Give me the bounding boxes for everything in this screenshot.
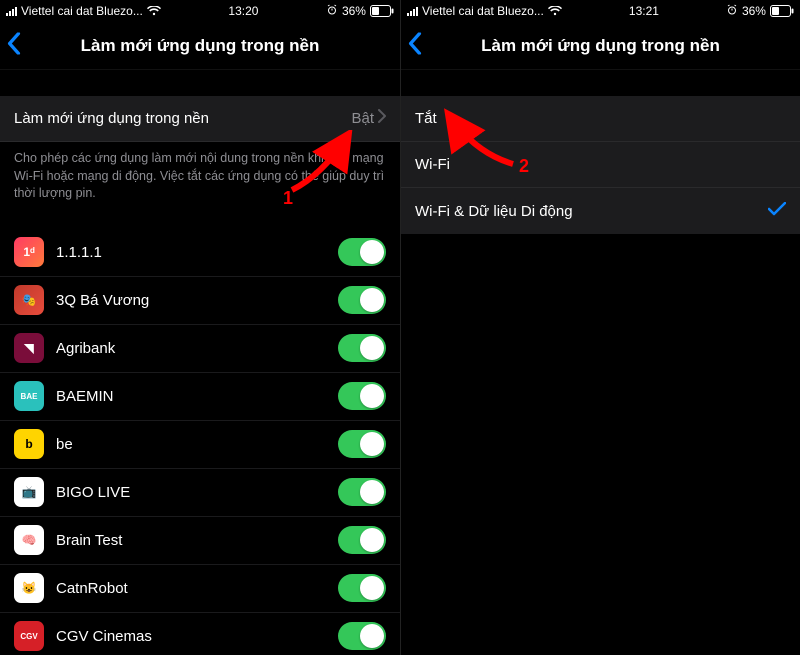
app-row: 🧠 Brain Test [0,517,400,565]
app-toggle[interactable] [338,430,386,458]
app-toggle[interactable] [338,526,386,554]
row-label: Làm mới ứng dụng trong nền [14,110,351,127]
app-icon: CGV [14,621,44,651]
app-icon: ◥ [14,333,44,363]
option-label: Wi-Fi [415,156,786,173]
phone-right: Viettel cai dat Bluezo... 13:21 36% Làm … [400,0,800,655]
app-name-label: BIGO LIVE [56,484,338,501]
app-name-label: Agribank [56,340,338,357]
app-icon: 😺 [14,573,44,603]
app-row: ◥ Agribank [0,325,400,373]
app-row: 1ᵈ 1.1.1.1 [0,229,400,277]
background-refresh-row[interactable]: Làm mới ứng dụng trong nền Bật [0,96,400,142]
app-icon: b [14,429,44,459]
battery-icon [370,5,394,17]
back-button[interactable] [407,32,423,59]
app-row: 😺 CatnRobot [0,565,400,613]
app-icon: 🎭 [14,285,44,315]
app-list: 1ᵈ 1.1.1.1 🎭 3Q Bá Vương ◥ Agribank BAE BAEMIN b… [0,229,400,655]
app-toggle[interactable] [338,286,386,314]
option-list: Tắt Wi-Fi Wi-Fi & Dữ liệu Di động [401,96,800,234]
app-icon: 📺 [14,477,44,507]
app-icon: 🧠 [14,525,44,555]
nav-bar: Làm mới ứng dụng trong nền [0,22,400,70]
annotation-label-1: 1 [283,188,293,209]
signal-icon [6,7,17,16]
app-icon: BAE [14,381,44,411]
app-toggle[interactable] [338,334,386,362]
status-bar: Viettel cai dat Bluezo... 13:20 36% [0,0,400,22]
app-row: 🎭 3Q Bá Vương [0,277,400,325]
carrier-label: Viettel cai dat Bluezo... [422,4,544,18]
page-title: Làm mới ứng dụng trong nền [401,36,800,56]
wifi-icon [548,6,562,16]
clock-label: 13:20 [228,4,258,18]
option-row[interactable]: Wi-Fi & Dữ liệu Di động [401,188,800,234]
option-row[interactable]: Tắt [401,96,800,142]
option-row[interactable]: Wi-Fi [401,142,800,188]
phone-left: Viettel cai dat Bluezo... 13:20 36% Làm … [0,0,400,655]
refresh-group: Làm mới ứng dụng trong nền Bật Cho phép … [0,96,400,203]
app-name-label: CatnRobot [56,580,338,597]
app-name-label: BAEMIN [56,388,338,405]
page-title: Làm mới ứng dụng trong nền [0,36,400,56]
chevron-right-icon [378,109,386,128]
app-toggle[interactable] [338,478,386,506]
app-name-label: Brain Test [56,532,338,549]
app-toggle[interactable] [338,238,386,266]
battery-icon [770,5,794,17]
app-toggle[interactable] [338,382,386,410]
wifi-icon [147,6,161,16]
alarm-icon [726,4,738,19]
status-bar: Viettel cai dat Bluezo... 13:21 36% [401,0,800,22]
app-name-label: CGV Cinemas [56,628,338,645]
app-icon: 1ᵈ [14,237,44,267]
alarm-icon [326,4,338,19]
app-row: bbe [0,421,400,469]
option-label: Tắt [415,110,786,127]
signal-icon [407,7,418,16]
app-row: BAE BAEMIN [0,373,400,421]
app-row: 📺 BIGO LIVE [0,469,400,517]
clock-label: 13:21 [629,4,659,18]
app-toggle[interactable] [338,622,386,650]
app-row: CGV CGV Cinemas [0,613,400,655]
row-value: Bật [351,110,378,127]
app-name-label: 1.1.1.1 [56,244,338,261]
option-label: Wi-Fi & Dữ liệu Di động [415,203,768,220]
app-name-label: be [56,436,338,453]
battery-pct-label: 36% [742,4,766,18]
battery-pct-label: 36% [342,4,366,18]
back-button[interactable] [6,32,22,59]
group-footer-text: Cho phép các ứng dụng làm mới nội dung t… [0,142,400,203]
annotation-label-2: 2 [519,156,529,177]
nav-bar: Làm mới ứng dụng trong nền [401,22,800,70]
app-toggle[interactable] [338,574,386,602]
checkmark-icon [768,202,786,221]
carrier-label: Viettel cai dat Bluezo... [21,4,143,18]
app-name-label: 3Q Bá Vương [56,292,338,309]
